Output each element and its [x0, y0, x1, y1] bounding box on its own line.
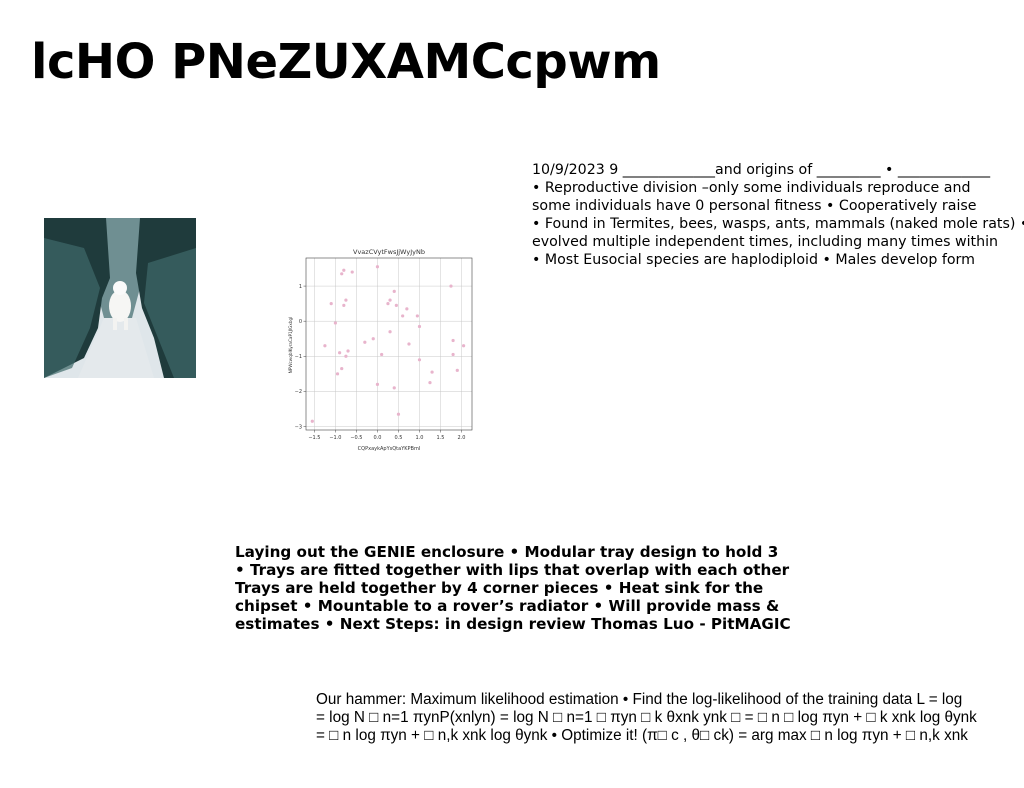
chart-point [388, 330, 392, 334]
chart-y-tick-label: −3 [295, 424, 302, 430]
chart-point [396, 412, 401, 416]
chart-x-tick-label: 0.0 [373, 435, 381, 441]
chart-point [335, 372, 340, 376]
scatter-chart: VvazCVytFwsJjWyJyNb −1.5 −1.0 −0.5 0.0 0.5 1.… [280, 240, 480, 460]
chart-x-tick-label: −0.5 [350, 435, 362, 441]
chart-x-tick-label: 1.5 [437, 435, 445, 441]
chart-point [338, 351, 342, 355]
chart-point [342, 268, 346, 272]
chart-point [394, 303, 398, 307]
chart-x-tick-label: 1.0 [415, 435, 423, 441]
chart-point [386, 302, 390, 306]
chart-x-tick-label: −1.0 [329, 435, 341, 441]
chart-plot-frame [305, 257, 473, 431]
mle-line: = □ n log πyn + □ n,k xnk log θynk • Opt… [316, 727, 968, 744]
chart-y-tick-label: 1 [299, 284, 302, 290]
chart-point [310, 419, 314, 423]
chart-point [340, 272, 344, 276]
chart-point [428, 381, 432, 385]
chart-point [375, 382, 380, 386]
chart-point [401, 314, 405, 318]
photo-dog-leg-left [113, 318, 117, 330]
chart-point [380, 352, 384, 357]
chart-x-tick-label: 2.0 [458, 435, 466, 441]
chart-point [451, 338, 455, 343]
chart-point [342, 303, 346, 307]
chart-point [392, 289, 396, 293]
chart-y-axis-label: NPWcwqbIKyraCaP1JIGxbgl [288, 317, 293, 374]
eusociality-notes: 10/9/2023 9 _____________and origins of … [532, 161, 1024, 269]
chart-point [430, 370, 434, 374]
chart-point [350, 270, 354, 274]
chart-point [461, 344, 466, 348]
chart-point [346, 349, 350, 353]
photo-illustration [44, 218, 196, 378]
chart-point [451, 352, 455, 357]
eusociality-line: some individuals have 0 personal fitness… [532, 198, 977, 214]
chart-points [310, 265, 466, 423]
chart-ticks: −1.5 −1.0 −0.5 0.0 0.5 1.0 1.5 2.0 −3 −2 −1 0 1 [295, 284, 466, 441]
photo-dog-leg-right [124, 318, 128, 330]
page-title: lcHO PNeZUXAMCcpwm [31, 34, 661, 90]
chart-point [333, 321, 338, 325]
chart-y-tick-label: −1 [295, 354, 302, 360]
genie-line: estimates • Next Steps: in design review… [235, 615, 791, 633]
chart-x-tick-label: −1.5 [308, 435, 320, 441]
chart-y-tick-label: −2 [295, 389, 302, 395]
genie-line: • Trays are fitted together with lips th… [235, 561, 790, 579]
chart-y-tick-label: 0 [299, 319, 302, 325]
chart-point [371, 337, 375, 341]
chart-title: VvazCVytFwsJjWyJyNb [353, 248, 425, 256]
chart-point [392, 386, 396, 390]
mle-line: Our hammer: Maximum likelihood estimatio… [316, 691, 963, 708]
chart-point [405, 307, 409, 311]
chart-point [344, 354, 348, 358]
genie-line: Laying out the GENIE enclosure • Modular… [235, 543, 779, 561]
scatter-chart-svg: VvazCVytFwsJjWyJyNb −1.5 −1.0 −0.5 0.0 0.5 1.… [288, 248, 473, 452]
chart-point [329, 302, 333, 306]
chart-point [323, 344, 327, 348]
dog-in-snowy-forest-photo [44, 218, 196, 378]
eusociality-line: • Found in Termites, bees, wasps, ants, … [532, 216, 1024, 232]
chart-point [407, 342, 411, 346]
eusociality-line: 10/9/2023 9 _____________and origins of … [532, 162, 991, 178]
chart-point [388, 298, 392, 302]
genie-line: chipset • Mountable to a rover’s radiato… [235, 597, 780, 615]
chart-point [417, 358, 422, 362]
chart-point [340, 366, 344, 371]
chart-point [375, 265, 380, 269]
photo-dog-head [113, 281, 127, 295]
eusociality-line: evolved multiple independent times, incl… [532, 234, 999, 250]
chart-point [417, 324, 422, 329]
chart-grid [306, 258, 472, 430]
chart-x-axis-label: CQPxaykApYsQtaYKPBmI [358, 446, 421, 452]
mle-line: = log N □ n=1 πynP(xnlyn) = log N □ n=1 … [316, 709, 977, 726]
eusociality-line: • Most Eusocial species are haplodiploid… [532, 252, 975, 268]
genie-enclosure-notes: Laying out the GENIE enclosure • Modular… [235, 543, 791, 633]
genie-line: Trays are held together by 4 corner piec… [235, 579, 764, 597]
chart-point [449, 284, 453, 288]
chart-point [363, 340, 367, 344]
chart-point [344, 298, 348, 302]
chart-point [415, 314, 419, 318]
mle-notes: Our hammer: Maximum likelihood estimatio… [316, 691, 977, 745]
chart-point [455, 368, 459, 372]
chart-x-tick-label: 0.5 [394, 435, 402, 441]
eusociality-line: • Reproductive division –only some indiv… [532, 180, 971, 196]
